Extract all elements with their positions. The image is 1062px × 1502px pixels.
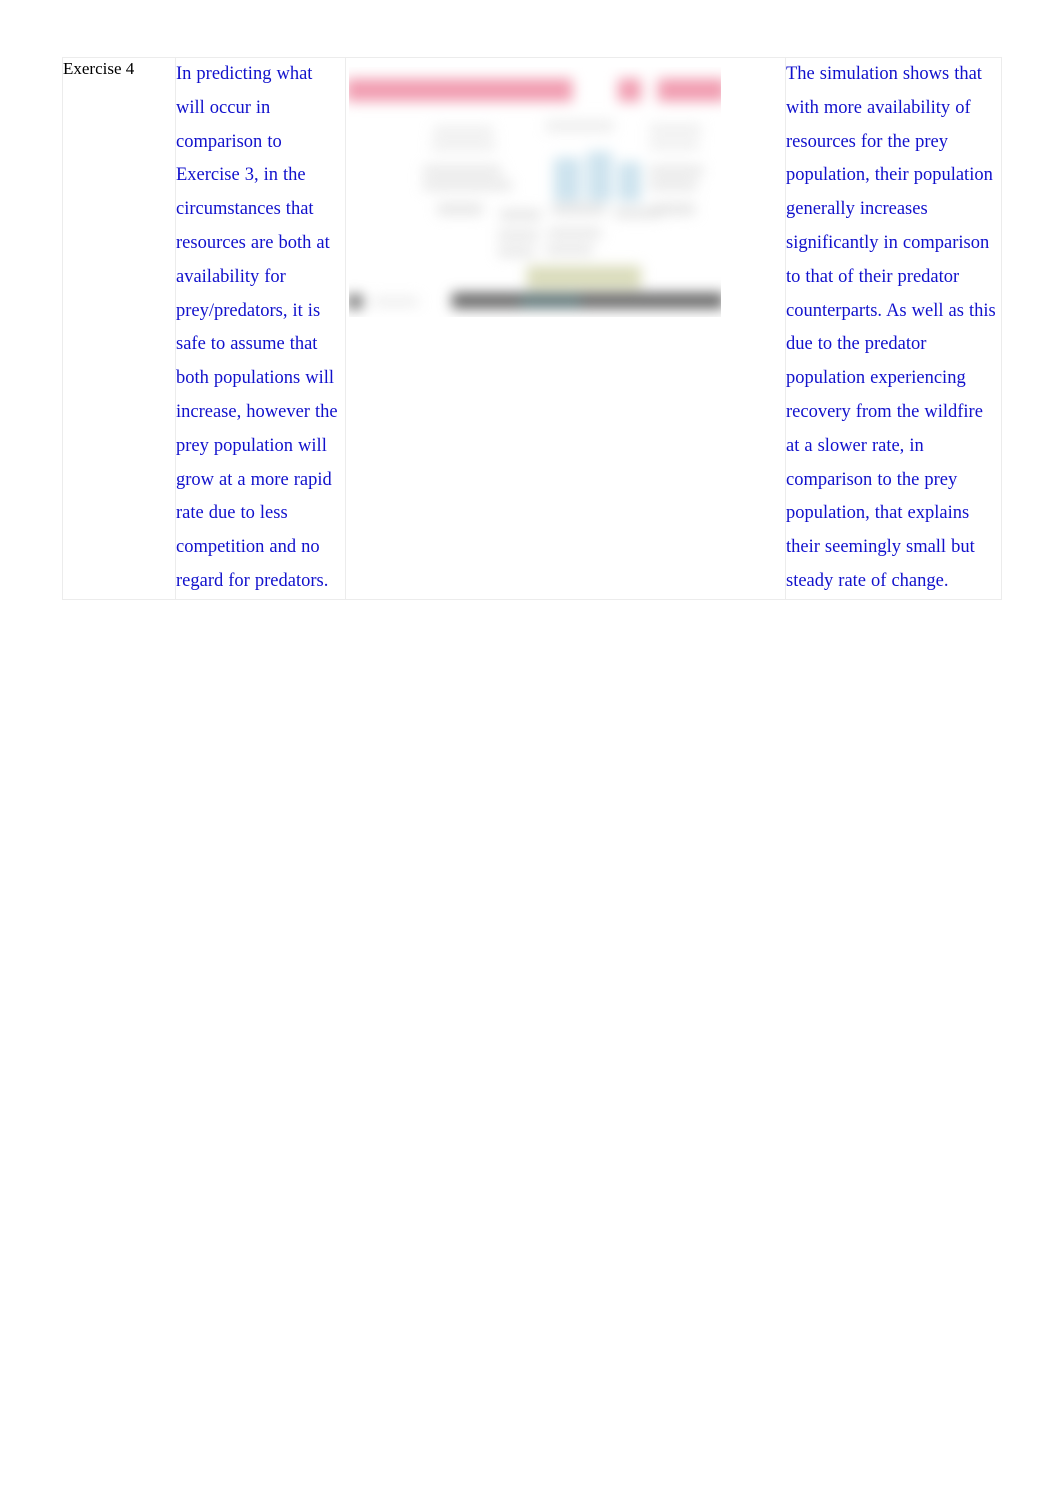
sim-highlight-block (587, 151, 612, 202)
simulation-screenshot-blur-layer (349, 67, 721, 317)
sim-block (499, 209, 542, 221)
simulation-banner-gap-two (641, 76, 658, 104)
simulation-banner-gap (572, 76, 619, 104)
observation-text: The simulation shows that with more avai… (786, 64, 996, 591)
simulation-screenshot (349, 67, 721, 317)
sim-block (545, 120, 615, 132)
observation-cell: The simulation shows that with more avai… (785, 57, 1002, 600)
exercise-label: Exercise 4 (63, 59, 135, 78)
sim-olive-band (526, 265, 642, 289)
simulation-banner-bar (349, 78, 721, 102)
exercise-label-cell: Exercise 4 (62, 57, 176, 600)
sim-footer-bar (451, 292, 721, 309)
sim-block (422, 180, 513, 190)
sim-block (649, 140, 700, 150)
document-page: Exercise 4 In predicting what will occur… (0, 0, 1062, 1502)
table-row: Exercise 4 In predicting what will occur… (62, 57, 1002, 600)
prediction-text: In predicting what will occur in compari… (176, 64, 338, 591)
simulation-image-cell (345, 57, 786, 600)
sim-block (653, 203, 696, 215)
sim-block (649, 180, 698, 190)
sim-footer-accent (520, 294, 581, 308)
sim-footer-icon (349, 294, 363, 309)
sim-block (649, 166, 704, 176)
sim-block (649, 124, 702, 135)
sim-block (547, 228, 602, 238)
prediction-cell: In predicting what will occur in compari… (175, 57, 346, 600)
sim-highlight-block (618, 161, 642, 202)
sim-highlight-block (553, 157, 581, 202)
sim-block (545, 245, 594, 255)
sim-block (497, 230, 540, 240)
sim-block (551, 203, 606, 215)
sim-block (433, 126, 494, 137)
sim-block (422, 166, 502, 176)
sim-block (431, 141, 496, 151)
sim-footer-label (372, 297, 419, 307)
sim-block (497, 247, 535, 257)
exercise-table: Exercise 4 In predicting what will occur… (62, 57, 1002, 600)
sim-block (437, 203, 483, 215)
